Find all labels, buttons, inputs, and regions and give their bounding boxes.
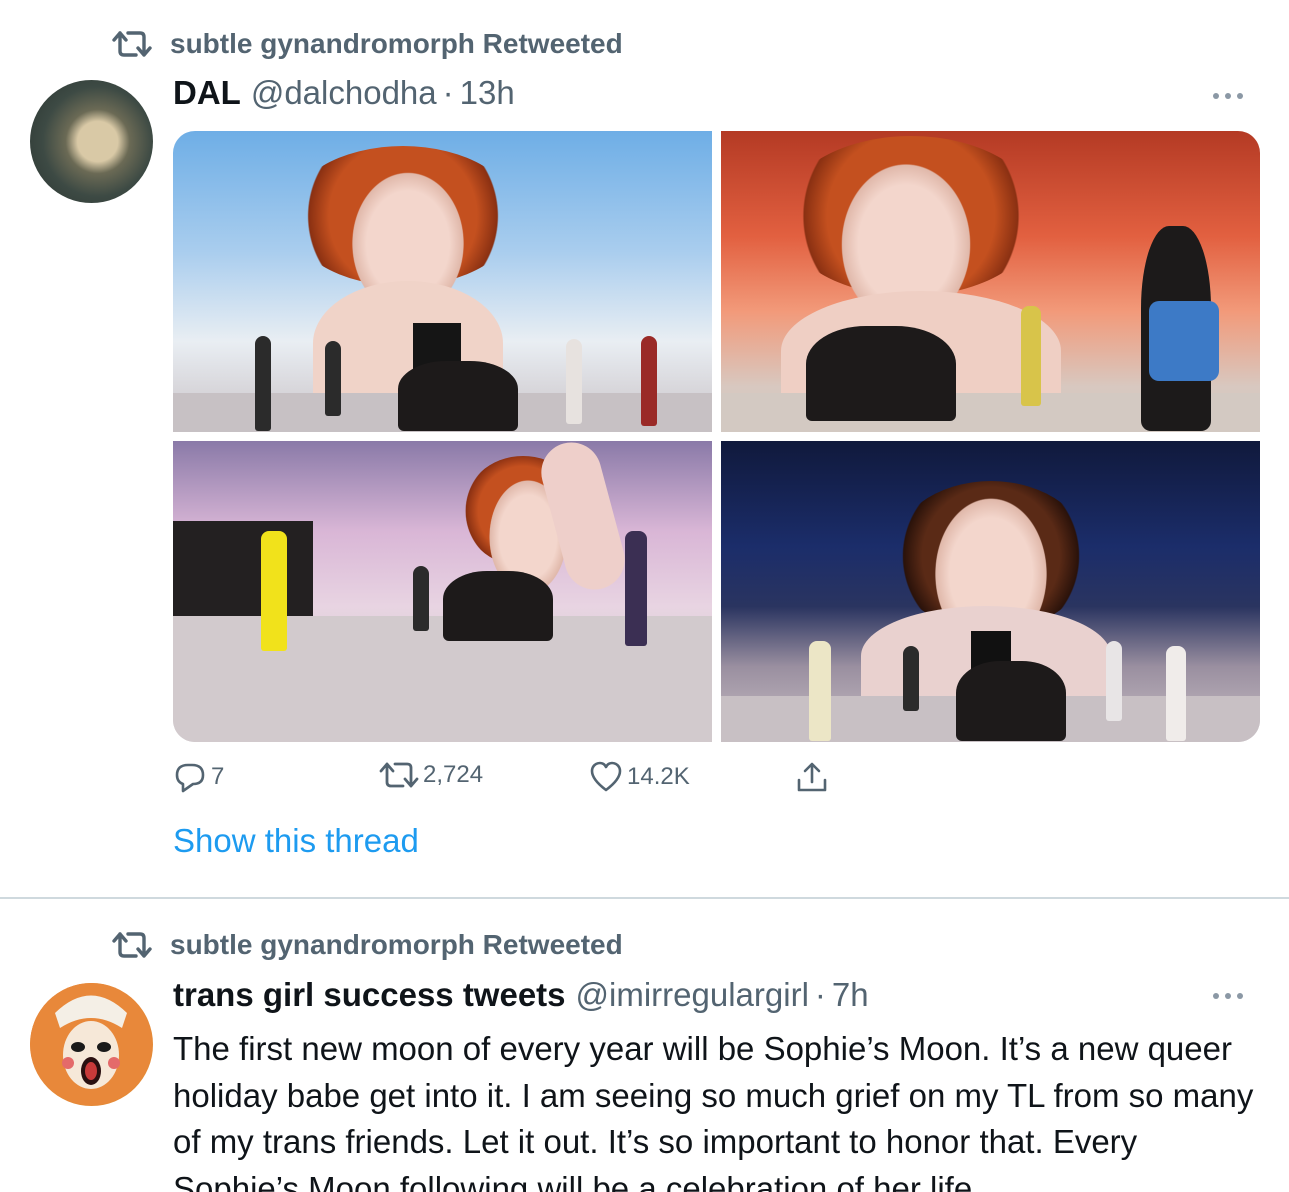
author-name[interactable]: trans girl success tweets <box>173 976 566 1014</box>
more-icon[interactable] <box>1213 991 1243 1001</box>
timestamp[interactable]: 7h <box>832 976 869 1014</box>
author-handle[interactable]: @imirregulargirl <box>576 976 809 1014</box>
avatar-illustration <box>30 983 152 1105</box>
reply-icon <box>175 763 205 793</box>
like-count: 14.2K <box>627 763 690 790</box>
like-icon <box>590 761 622 792</box>
retweet-icon <box>112 932 152 958</box>
retweet-button[interactable]: 2,724 <box>379 760 483 790</box>
reply-button[interactable]: 7 <box>173 760 224 794</box>
reply-count: 7 <box>211 763 225 790</box>
tweet-divider <box>0 897 1289 899</box>
media-photo-3[interactable] <box>173 441 712 742</box>
tweet-trans-girl-success[interactable]: subtle gynandromorph Retweeted trans gir… <box>0 0 1289 1192</box>
separator: · <box>814 976 826 1013</box>
share-button[interactable] <box>795 760 829 794</box>
tweet-header: trans girl success tweets @imirregulargi… <box>173 976 869 1014</box>
like-button[interactable]: 14.2K <box>589 760 690 794</box>
show-thread-link[interactable]: Show this thread <box>173 822 419 860</box>
share-icon <box>797 762 827 792</box>
retweet-icon <box>379 762 419 788</box>
retweet-count: 2,724 <box>423 761 484 788</box>
retweet-context[interactable]: subtle gynandromorph Retweeted <box>112 929 623 961</box>
retweet-context-label: subtle gynandromorph Retweeted <box>170 929 623 960</box>
tweet-text: The first new moon of every year will be… <box>173 1030 1254 1192</box>
media-photo-4[interactable] <box>721 441 1260 742</box>
avatar[interactable] <box>30 983 153 1106</box>
tweet-actions: 7 2,724 14.2K <box>173 760 873 800</box>
